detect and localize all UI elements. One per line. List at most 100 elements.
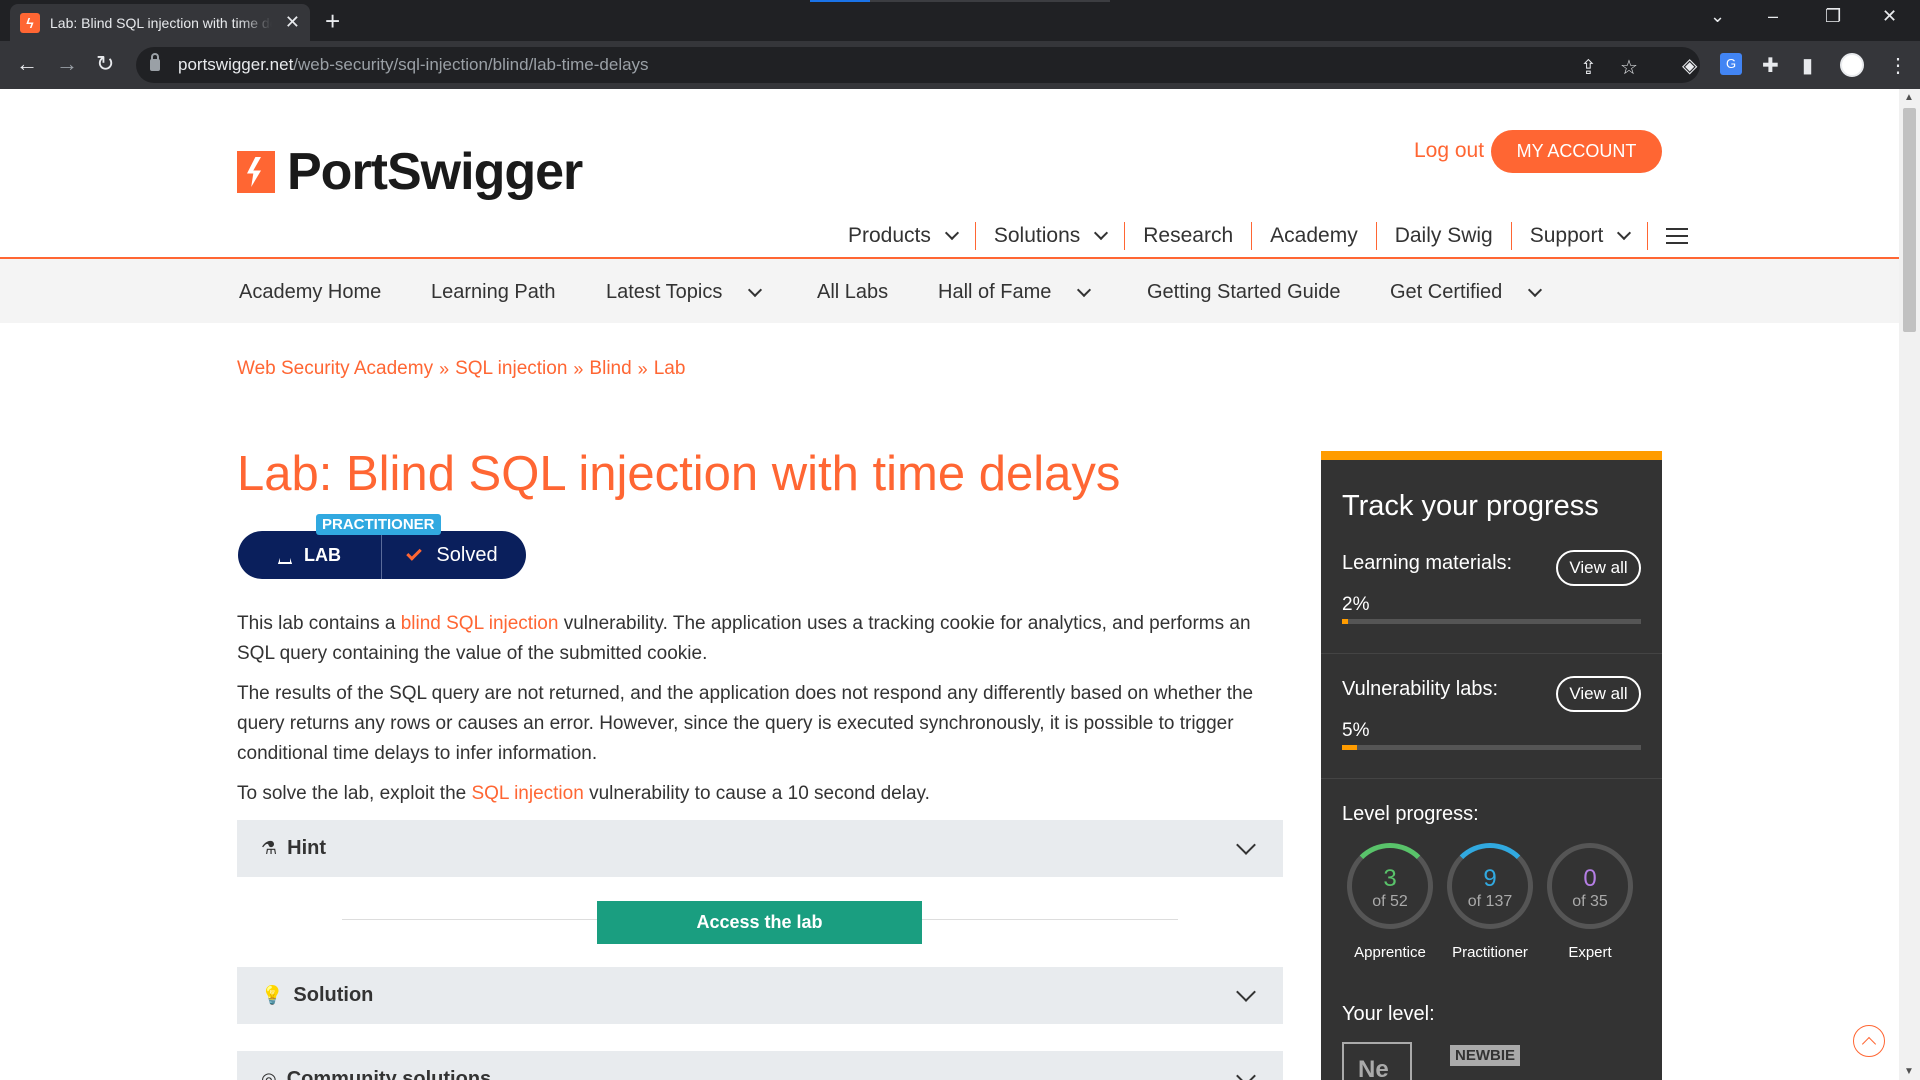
scroll-down-arrow-icon[interactable]: ▼ <box>1904 1066 1914 1077</box>
check-icon <box>406 545 423 561</box>
browser-menu-icon[interactable]: ⋮ <box>1888 53 1908 78</box>
restore-icon[interactable]: ❐ <box>1825 6 1841 27</box>
share-icon[interactable]: ⇪ <box>1580 55 1597 80</box>
progress-panel: Track your progress Learning materials: … <box>1321 451 1662 1080</box>
chevron-down-icon <box>1528 282 1543 297</box>
vulnerability-progress-bar <box>1342 745 1641 750</box>
expert-label: Expert <box>1568 944 1612 961</box>
lock-icon[interactable] <box>150 53 160 71</box>
extension-incognito-icon[interactable]: ◈ <box>1682 53 1697 78</box>
close-tab-icon[interactable]: ✕ <box>285 12 300 33</box>
back-to-top-button[interactable] <box>1853 1025 1885 1057</box>
chevron-down-icon <box>748 282 763 297</box>
portswigger-favicon-icon: ϟ <box>20 12 40 33</box>
bookmark-star-icon[interactable]: ☆ <box>1620 55 1638 80</box>
breadcrumb-lab[interactable]: Lab <box>654 358 686 380</box>
minimize-icon[interactable]: – <box>1768 6 1778 27</box>
solved-status: Solved <box>382 544 526 567</box>
community-label: Community solutions <box>286 1068 492 1080</box>
back-icon[interactable]: ← <box>16 51 38 77</box>
vulnerability-percent: 5% <box>1342 720 1370 741</box>
chevron-down-icon <box>944 225 959 241</box>
translate-extension-icon[interactable]: G <box>1720 53 1742 75</box>
nav-label: Research <box>1143 224 1234 247</box>
breadcrumb-web-security-academy[interactable]: Web Security Academy <box>237 358 433 380</box>
nav-item-products[interactable]: Products <box>830 222 976 250</box>
subnav-all-labs[interactable]: All Labs <box>817 281 888 304</box>
subnav-get-certified[interactable]: Get Certified <box>1390 281 1543 304</box>
nav-label: Support <box>1529 224 1604 247</box>
logo-text: PortSwigger <box>287 143 583 201</box>
address-bar[interactable]: portswigger.net/web-security/sql-injecti… <box>136 47 1700 83</box>
nav-label: Daily Swig <box>1394 224 1493 247</box>
side-panel-icon[interactable]: ▮ <box>1802 53 1813 78</box>
breadcrumb-blind[interactable]: Blind <box>589 358 631 380</box>
view-all-learning-button[interactable]: View all <box>1556 550 1641 586</box>
level-badge-image: Ne <box>1342 1042 1412 1080</box>
subnav-label: All Labs <box>817 281 889 303</box>
access-lab-button[interactable]: Access the lab <box>597 901 922 944</box>
blind-sql-injection-link[interactable]: blind SQL injection <box>401 613 559 634</box>
portswigger-logo[interactable]: PortSwigger <box>237 142 583 202</box>
community-solutions-accordion[interactable]: ◎ Community solutions <box>237 1051 1283 1080</box>
subnav-academy-home[interactable]: Academy Home <box>239 281 381 304</box>
new-tab-icon[interactable]: + <box>325 6 340 37</box>
nav-label: Academy <box>1270 224 1358 247</box>
solution-accordion[interactable]: 💡 Solution <box>237 967 1283 1024</box>
academy-subnav: Academy Home Learning Path Latest Topics… <box>0 259 1899 323</box>
panel-divider <box>1321 653 1662 654</box>
apprentice-solved-count: 3 <box>1383 865 1397 892</box>
subnav-getting-started[interactable]: Getting Started Guide <box>1147 281 1340 304</box>
nav-item-daily-swig[interactable]: Daily Swig <box>1377 222 1512 250</box>
subnav-hall-of-fame[interactable]: Hall of Fame <box>938 281 1092 304</box>
subnav-learning-path[interactable]: Learning Path <box>431 281 556 304</box>
scrollbar-thumb[interactable] <box>1903 108 1916 332</box>
chevron-down-icon <box>1094 225 1109 241</box>
close-window-icon[interactable]: ✕ <box>1882 6 1897 27</box>
view-all-labs-button[interactable]: View all <box>1556 676 1641 712</box>
vulnerability-progress-fill <box>1342 745 1357 750</box>
nav-item-research[interactable]: Research <box>1125 222 1253 250</box>
practitioner-total: of 137 <box>1467 893 1513 910</box>
nav-label: Solutions <box>993 224 1081 247</box>
newbie-level-tag: NEWBIE <box>1450 1045 1520 1066</box>
chevron-down-icon <box>1077 282 1092 297</box>
subnav-label: Hall of Fame <box>938 281 1052 303</box>
breadcrumb-separator-icon: » <box>439 358 450 379</box>
extensions-puzzle-icon[interactable]: ✚ <box>1762 53 1779 78</box>
page-title: Lab: Blind SQL injection with time delay… <box>237 447 1121 501</box>
hamburger-menu-button[interactable] <box>1648 222 1689 250</box>
profile-avatar[interactable] <box>1840 53 1864 77</box>
flask-icon: ⚗ <box>261 838 278 858</box>
reload-icon[interactable]: ↻ <box>96 51 114 77</box>
lab-objective: To solve the lab, exploit the SQL inject… <box>237 779 1287 809</box>
subnav-latest-topics[interactable]: Latest Topics <box>606 281 763 304</box>
vulnerability-labs-label: Vulnerability labs: <box>1342 678 1499 700</box>
practitioner-label: Practitioner <box>1452 944 1528 961</box>
your-level-label: Your level: <box>1342 1003 1435 1025</box>
nav-item-solutions[interactable]: Solutions <box>976 222 1126 250</box>
forward-icon[interactable]: → <box>56 51 78 77</box>
url-path: /web-security/sql-injection/blind/lab-ti… <box>293 55 649 74</box>
practitioner-solved-count: 9 <box>1483 865 1497 892</box>
apprentice-label: Apprentice <box>1354 944 1426 961</box>
apprentice-total: of 52 <box>1372 893 1408 910</box>
browser-tab-bar: ϟ Lab: Blind SQL injection with time del… <box>0 0 1920 41</box>
nav-item-support[interactable]: Support <box>1512 222 1649 250</box>
tab-strip-indicator-active <box>810 0 870 2</box>
lab-status-badge: LAB Solved <box>238 531 526 579</box>
scroll-up-arrow-icon[interactable]: ▲ <box>1904 92 1914 103</box>
tab-search-chevron-icon[interactable]: ⌄ <box>1710 6 1725 27</box>
subnav-label: Get Certified <box>1390 281 1503 303</box>
browser-tab[interactable]: ϟ Lab: Blind SQL injection with time del… <box>10 4 310 41</box>
nav-item-academy[interactable]: Academy <box>1252 222 1377 250</box>
flask-icon <box>278 546 292 564</box>
sql-injection-link[interactable]: SQL injection <box>471 783 583 804</box>
lab-description-1: This lab contains a blind SQL injection … <box>237 609 1287 669</box>
breadcrumb-sql-injection[interactable]: SQL injection <box>455 358 567 380</box>
subnav-label: Latest Topics <box>606 281 723 303</box>
logout-link[interactable]: Log out <box>1414 139 1484 163</box>
my-account-button[interactable]: MY ACCOUNT <box>1491 130 1662 173</box>
hint-accordion[interactable]: ⚗ Hint <box>237 820 1283 877</box>
browser-toolbar: ← → ↻ portswigger.net/web-security/sql-i… <box>0 41 1920 89</box>
